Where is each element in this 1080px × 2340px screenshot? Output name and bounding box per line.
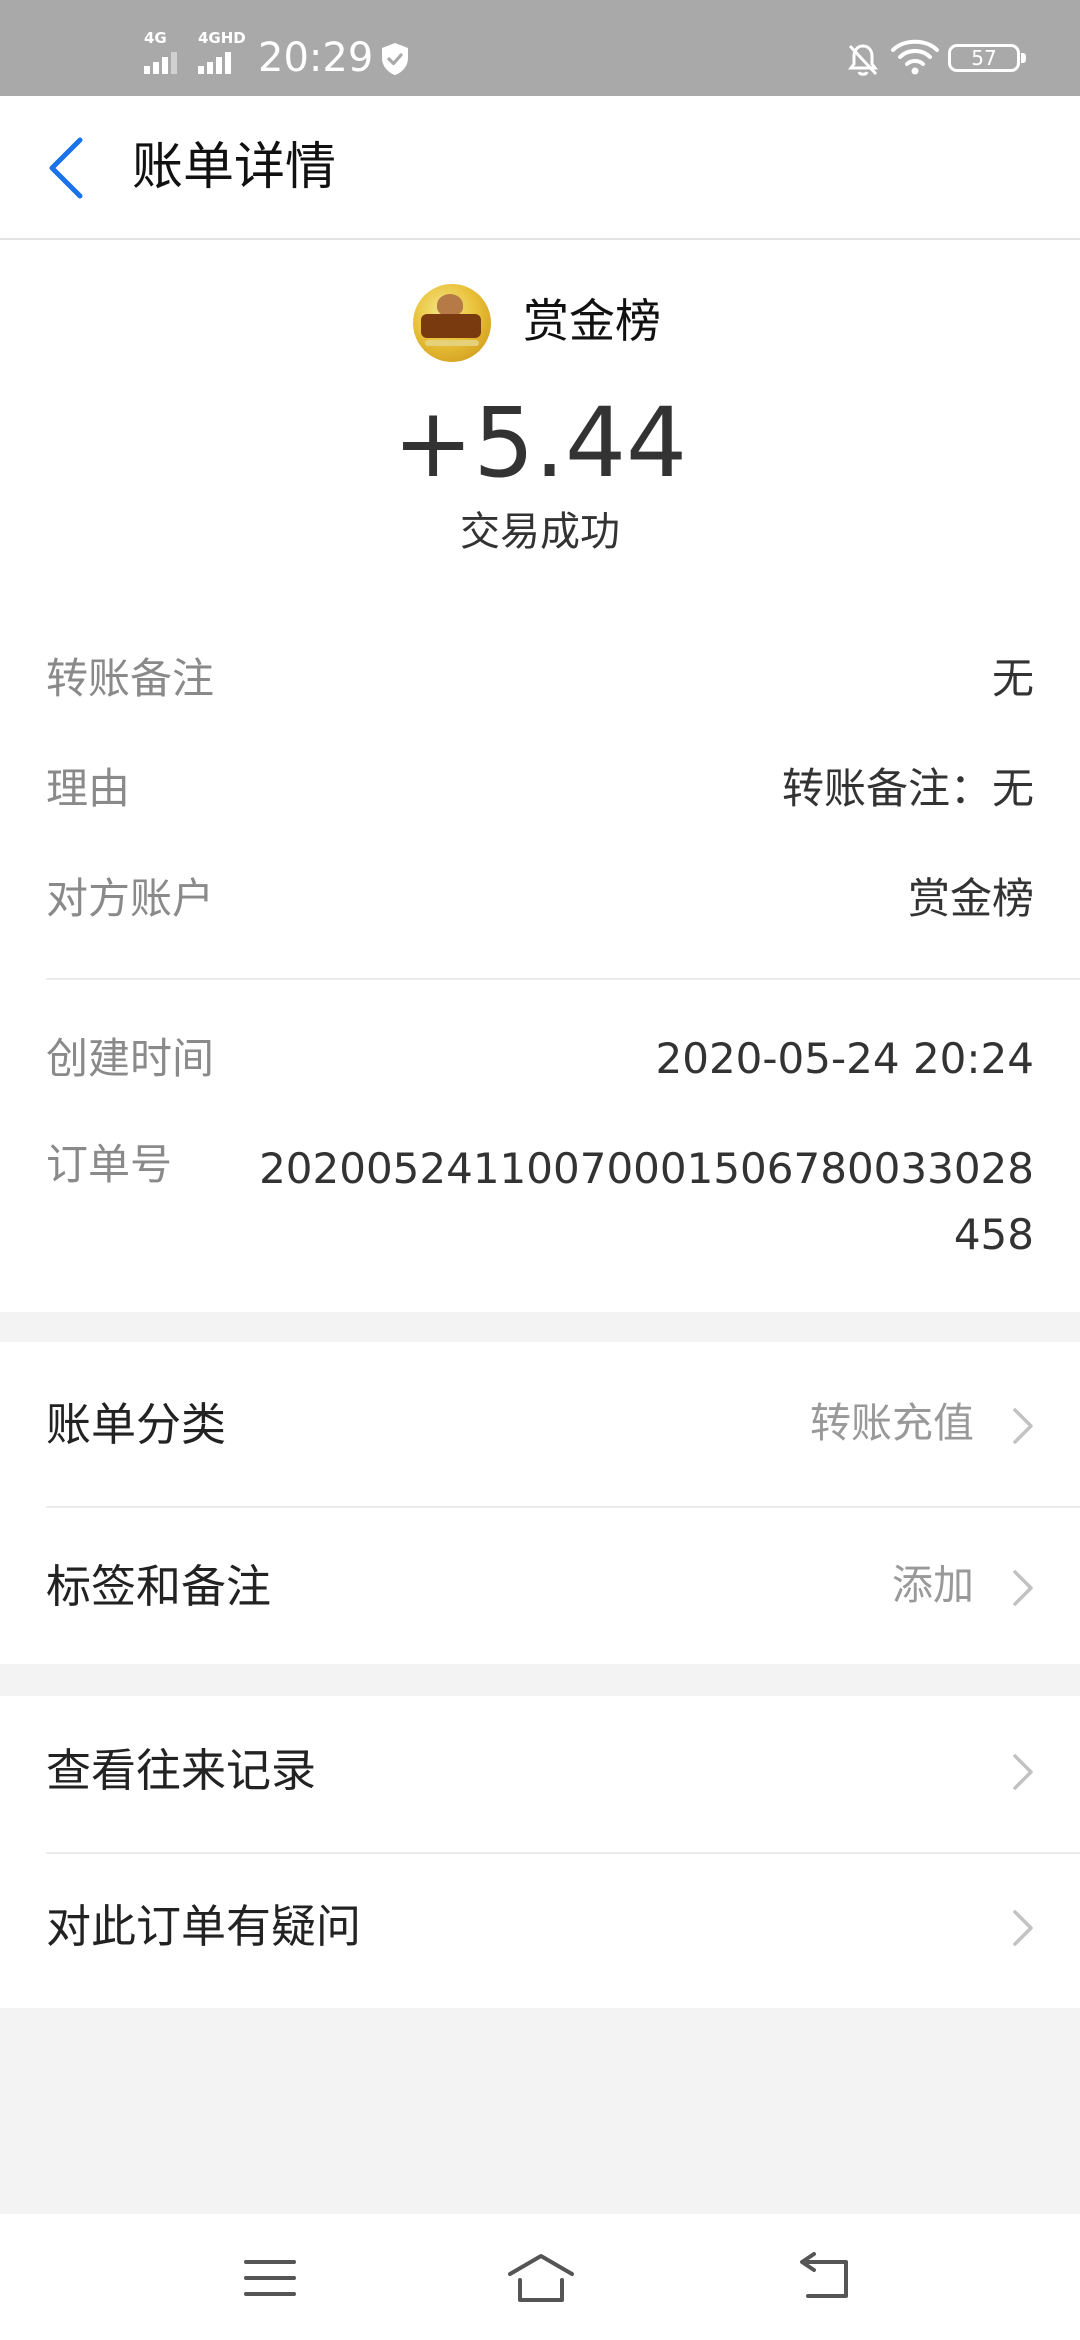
back-icon[interactable]: [794, 2250, 854, 2306]
detail-row-created-time: 创建时间 2020-05-24 20:24: [46, 1030, 1034, 1090]
menu-icon[interactable]: [240, 2250, 300, 2306]
wifi-icon: [891, 39, 939, 75]
chevron-left-icon[interactable]: [30, 130, 100, 206]
bell-off-icon: [848, 44, 878, 76]
menu-label: 标签和备注: [46, 1560, 272, 1613]
detail-value: 2020-05-24 20:24: [655, 1034, 1034, 1083]
detail-row-reason: 理由 转账备注：无: [46, 760, 1034, 820]
network-type-2: 4GHD: [198, 29, 246, 47]
transaction-amount: +5.44: [392, 387, 688, 499]
detail-label: 创建时间: [46, 1034, 215, 1083]
chevron-right-icon: [1013, 1408, 1033, 1444]
menu-label: 对此订单有疑问: [46, 1900, 362, 1953]
detail-value: 无: [991, 654, 1034, 703]
menu-value: 转账充值: [810, 1399, 974, 1447]
detail-row-counterparty: 对方账户 赏金榜: [46, 870, 1034, 930]
menu-label: 账单分类: [46, 1398, 227, 1451]
detail-row-transfer-note: 转账备注 无: [46, 650, 1034, 710]
signal-icon: 4G: [144, 30, 188, 74]
divider: [46, 1506, 1080, 1508]
network-type-1: 4G: [144, 29, 167, 47]
signal-icon: 4GHD: [198, 30, 248, 74]
battery-icon: 57: [948, 44, 1026, 72]
system-nav-bar: [0, 2214, 1080, 2340]
menu-group-1: 账单分类 转账充值 标签和备注 添加: [0, 1342, 1080, 1664]
detail-label: 对方账户: [46, 874, 215, 923]
status-time: 20:29: [258, 35, 374, 81]
battery-level: 57: [971, 46, 997, 70]
menu-label: 查看往来记录: [46, 1744, 317, 1797]
app-header: 账单详情: [0, 96, 1080, 240]
divider: [46, 978, 1080, 980]
home-icon[interactable]: [506, 2250, 576, 2306]
merchant-name: 赏金榜: [523, 294, 661, 348]
detail-label: 订单号: [46, 1140, 173, 1189]
merchant-avatar: [413, 284, 491, 362]
status-bar: 4G 4GHD 20:29 57: [0, 0, 1080, 96]
detail-label: 转账备注: [46, 654, 215, 703]
menu-value: 添加: [892, 1561, 974, 1609]
menu-group-2: 查看往来记录 对此订单有疑问: [0, 1696, 1080, 2008]
view-history-item[interactable]: 查看往来记录: [0, 1696, 1080, 1846]
shield-icon: [382, 43, 408, 75]
tags-notes-item[interactable]: 标签和备注 添加: [0, 1512, 1080, 1662]
transaction-status: 交易成功: [460, 509, 620, 555]
chevron-right-icon: [1013, 1910, 1033, 1946]
detail-value: 转账备注：无: [781, 764, 1034, 813]
chevron-right-icon: [1013, 1754, 1033, 1790]
bill-summary-card: 赏金榜 +5.44 交易成功 转账备注 无 理由 转账备注：无 对方账户 赏金榜…: [0, 240, 1080, 1312]
detail-label: 理由: [46, 764, 131, 813]
page-title: 账单详情: [132, 138, 337, 197]
chevron-right-icon: [1013, 1570, 1033, 1606]
bill-category-item[interactable]: 账单分类 转账充值: [0, 1350, 1080, 1500]
order-question-item[interactable]: 对此订单有疑问: [0, 1852, 1080, 2002]
detail-row-order-number: 订单号 20200524110070001506780033028458: [46, 1136, 1034, 1276]
detail-value: 赏金榜: [907, 874, 1034, 923]
order-number: 20200524110070001506780033028458: [259, 1144, 1034, 1259]
